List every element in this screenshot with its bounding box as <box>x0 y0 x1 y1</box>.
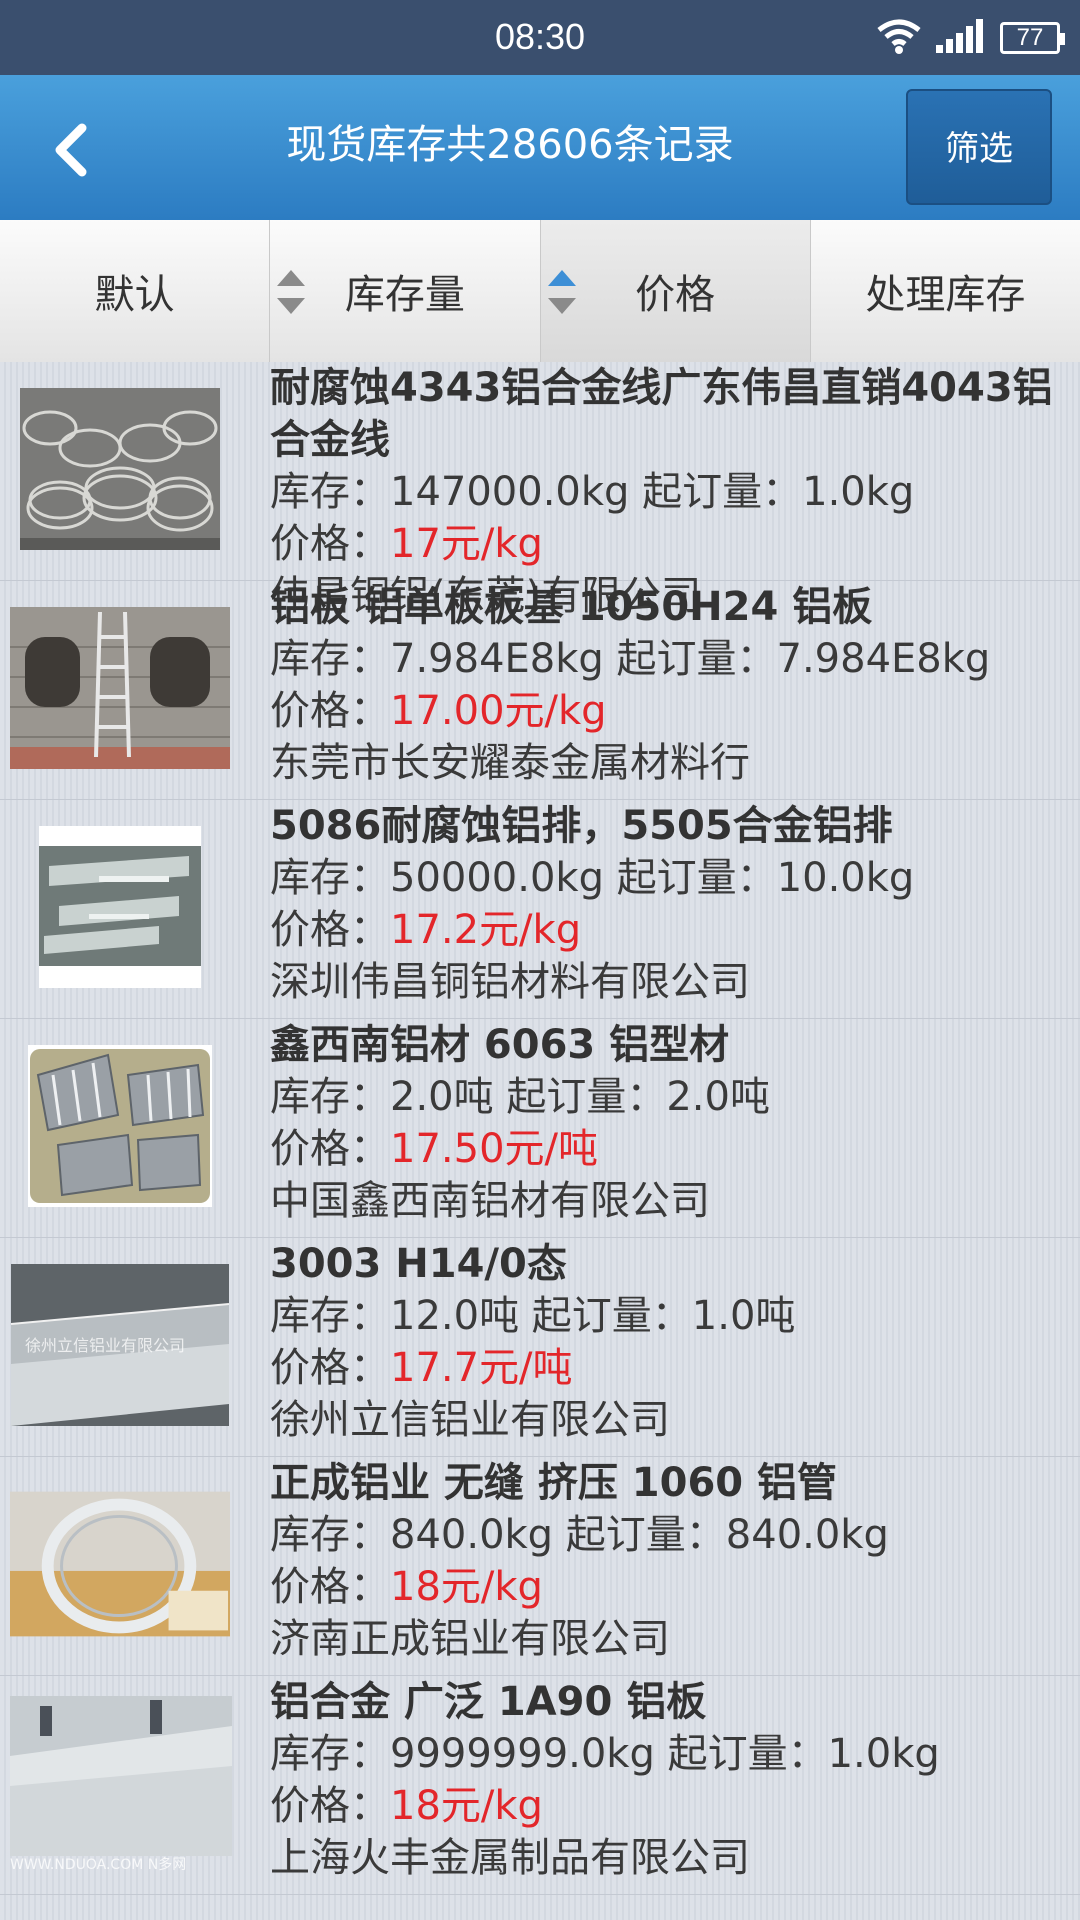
price-value: 17元/kg <box>390 521 543 567</box>
price-value: 17.2元/kg <box>390 907 582 953</box>
list-item[interactable]: 铝板 铝单板板基 1050H24 铝板 库存：7.984E8kg 起订量：7.9… <box>0 581 1080 800</box>
tab-price[interactable]: 价格 <box>540 220 811 362</box>
tab-clearance-stock[interactable]: 处理库存 <box>811 220 1080 362</box>
list-item[interactable]: WWW.NDUOA.COM N多网 铝合金 广泛 1A90 铝板 库存：9999… <box>0 1676 1080 1895</box>
product-list[interactable]: 耐腐蚀4343铝合金线广东伟昌直销4043铝合金线 库存：147000.0kg … <box>0 362 1080 1920</box>
product-name: 耐腐蚀4343铝合金线广东伟昌直销4043铝合金线 <box>270 365 1053 463</box>
sort-arrows-icon <box>277 270 306 314</box>
min-order-value: 1.0kg <box>802 469 915 515</box>
stock-value: 50000.0kg <box>390 855 604 901</box>
company-name: 济南正成铝业有限公司 <box>270 1616 670 1662</box>
stock-row: 库存：2.0吨 起订量：2.0吨 <box>270 1074 770 1120</box>
product-name: 正成铝业 无缝 挤压 1060 铝管 <box>270 1460 838 1506</box>
product-name: 5086耐腐蚀铝排，5505合金铝排 <box>270 803 893 849</box>
signal-icon <box>936 19 986 57</box>
page-title: 现货库存共28606条记录 <box>286 122 734 168</box>
stock-row: 库存：840.0kg 起订量：840.0kg <box>270 1512 889 1558</box>
tab-label: 库存量 <box>344 272 465 318</box>
price-value: 17.7元/吨 <box>390 1345 573 1391</box>
back-button[interactable] <box>40 115 100 185</box>
product-name: 铝合金 广泛 1A90 铝板 <box>270 1679 707 1725</box>
stock-value: 7.984E8kg <box>390 636 604 682</box>
product-name: 3003 H14/0态 <box>270 1241 567 1287</box>
stock-value: 2.0吨 <box>390 1074 494 1120</box>
item-info: 鑫西南铝材 6063 铝型材 库存：2.0吨 起订量：2.0吨 价格：17.50… <box>270 1019 1064 1227</box>
stock-row: 库存：50000.0kg 起订量：10.0kg <box>270 855 915 901</box>
stock-value: 147000.0kg <box>390 469 630 515</box>
thumbnail-watermark: 徐州立信铝业有限公司 <box>25 1336 186 1355</box>
list-item[interactable]: 5086耐腐蚀铝排，5505合金铝排 库存：50000.0kg 起订量：10.0… <box>0 800 1080 1019</box>
price-row: 价格：18元/kg <box>270 1564 543 1610</box>
wifi-icon <box>876 18 922 58</box>
company-name: 深圳伟昌铜铝材料有限公司 <box>270 959 750 1005</box>
list-item[interactable]: 正成铝业 无缝 挤压 1060 铝管 库存：840.0kg 起订量：840.0k… <box>0 1457 1080 1676</box>
stock-row: 库存：7.984E8kg 起订量：7.984E8kg <box>270 636 991 682</box>
sort-tabs: 默认 库存量 价格 处理库存 <box>0 220 1080 363</box>
stock-row: 库存：12.0吨 起订量：1.0吨 <box>270 1293 796 1339</box>
company-name: 上海火丰金属制品有限公司 <box>270 1835 750 1881</box>
min-order-value: 10.0kg <box>776 855 915 901</box>
list-item[interactable]: 鑫西南铝材 6063 铝型材 库存：2.0吨 起订量：2.0吨 价格：17.50… <box>0 1019 1080 1238</box>
item-info: 5086耐腐蚀铝排，5505合金铝排 库存：50000.0kg 起订量：10.0… <box>270 800 1064 1008</box>
product-name: 鑫西南铝材 6063 铝型材 <box>270 1022 730 1068</box>
stock-row: 库存：9999999.0kg 起订量：1.0kg <box>270 1731 940 1777</box>
filter-button[interactable]: 筛选 <box>906 89 1052 205</box>
item-info: 3003 H14/0态 库存：12.0吨 起订量：1.0吨 价格：17.7元/吨… <box>270 1238 1064 1446</box>
sort-arrows-icon <box>547 270 576 314</box>
tab-default[interactable]: 默认 <box>0 220 271 362</box>
price-value: 18元/kg <box>390 1564 543 1610</box>
company-name: 中国鑫西南铝材有限公司 <box>270 1178 710 1224</box>
product-thumbnail <box>10 826 230 988</box>
battery-icon: 77 <box>1000 22 1065 54</box>
product-thumbnail <box>10 388 230 550</box>
status-bar: 08:30 77 <box>0 0 1080 75</box>
min-order-value: 840.0kg <box>725 1512 889 1558</box>
price-row: 价格：17.7元/吨 <box>270 1345 573 1391</box>
price-row: 价格：17.00元/kg <box>270 688 607 734</box>
status-icons: 77 <box>876 18 1065 58</box>
min-order-value: 2.0吨 <box>666 1074 770 1120</box>
product-name: 铝板 铝单板板基 1050H24 铝板 <box>270 584 873 630</box>
price-row: 价格：17.2元/kg <box>270 907 582 953</box>
stock-row: 库存：147000.0kg 起订量：1.0kg <box>270 469 915 515</box>
min-order-value: 1.0kg <box>827 1731 940 1777</box>
price-row: 价格：17.50元/吨 <box>270 1126 598 1172</box>
product-thumbnail: 徐州立信铝业有限公司 <box>10 1264 230 1426</box>
price-value: 17.00元/kg <box>390 688 607 734</box>
tab-label: 价格 <box>635 272 716 318</box>
list-item[interactable]: 徐州立信铝业有限公司 3003 H14/0态 库存：12.0吨 起订量：1.0吨… <box>0 1238 1080 1457</box>
price-value: 17.50元/吨 <box>390 1126 598 1172</box>
product-thumbnail <box>10 607 230 769</box>
item-info: 正成铝业 无缝 挤压 1060 铝管 库存：840.0kg 起订量：840.0k… <box>270 1457 1064 1665</box>
stock-value: 840.0kg <box>390 1512 554 1558</box>
app-header: 现货库存共28606条记录 筛选 <box>0 75 1080 220</box>
product-thumbnail: WWW.NDUOA.COM N多网 <box>10 1696 232 1873</box>
item-info: 铝合金 广泛 1A90 铝板 库存：9999999.0kg 起订量：1.0kg … <box>270 1676 1064 1884</box>
min-order-value: 7.984E8kg <box>776 636 991 682</box>
chevron-left-icon <box>55 123 87 177</box>
list-item[interactable]: 耐腐蚀4343铝合金线广东伟昌直销4043铝合金线 库存：147000.0kg … <box>0 362 1080 619</box>
tab-label: 默认 <box>94 272 175 318</box>
product-thumbnail <box>10 1483 230 1645</box>
min-order-value: 1.0吨 <box>691 1293 796 1339</box>
stock-value: 12.0吨 <box>390 1293 520 1339</box>
company-name: 徐州立信铝业有限公司 <box>270 1397 670 1443</box>
price-value: 18元/kg <box>390 1783 543 1829</box>
tab-stock[interactable]: 库存量 <box>270 220 541 362</box>
company-name: 东莞市长安耀泰金属材料行 <box>270 740 750 786</box>
product-thumbnail <box>10 1045 230 1207</box>
thumbnail-watermark: WWW.NDUOA.COM N多网 <box>10 1857 187 1873</box>
item-info: 铝板 铝单板板基 1050H24 铝板 库存：7.984E8kg 起订量：7.9… <box>270 581 1064 789</box>
tab-label: 处理库存 <box>865 272 1026 318</box>
stock-value: 9999999.0kg <box>390 1731 655 1777</box>
price-row: 价格：18元/kg <box>270 1783 543 1829</box>
price-row: 价格：17元/kg <box>270 521 543 567</box>
